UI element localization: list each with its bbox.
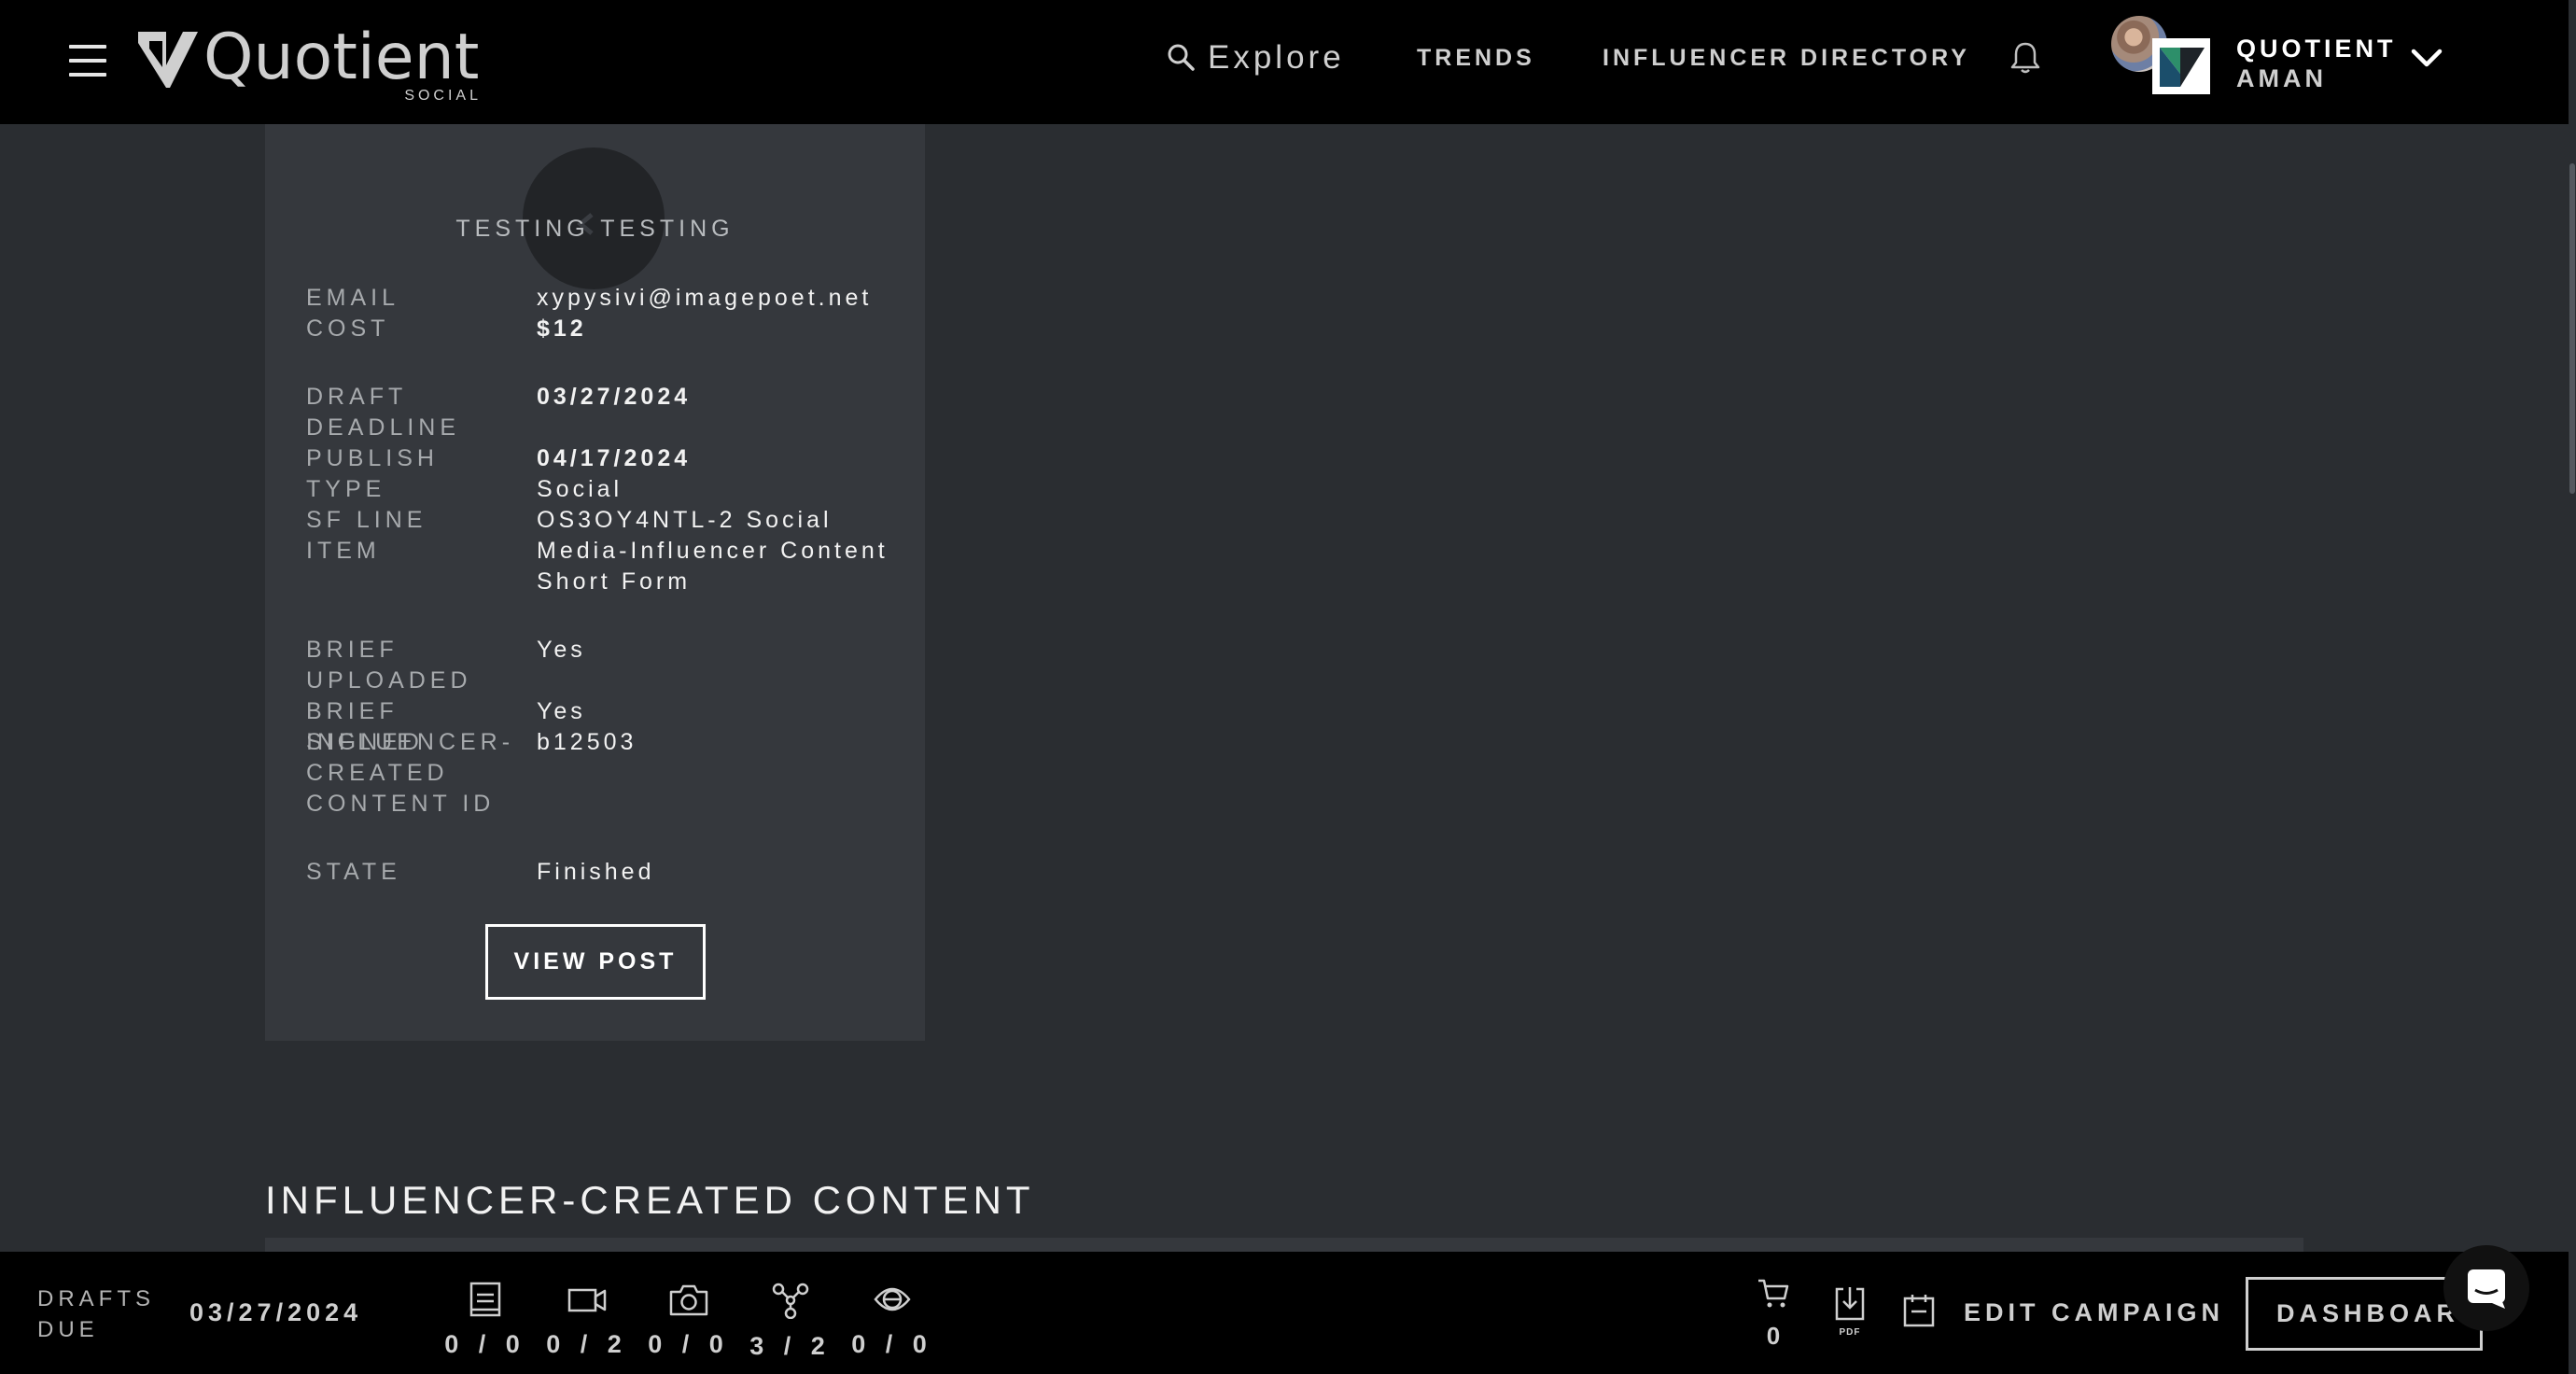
camera-icon <box>669 1284 708 1316</box>
field-value-state: Finished <box>537 859 655 885</box>
stat-photo[interactable]: 0 / 0 <box>637 1282 740 1359</box>
field-label-cost: COST <box>306 315 390 342</box>
field-label-content-id: INFLUENCER-CREATED CONTENT ID <box>306 729 515 817</box>
pdf-label: PDF <box>1839 1327 1861 1338</box>
target-icon <box>874 1287 911 1311</box>
account-user: AMAN <box>2236 64 2327 92</box>
field-value-brief-signed: Yes <box>537 698 586 724</box>
stat-photo-value: 0 / 0 <box>648 1330 730 1358</box>
menu-icon[interactable] <box>69 45 106 78</box>
nav-influencer-directory[interactable]: INFLUENCER DIRECTORY <box>1603 45 1970 72</box>
explore-link[interactable]: Explore <box>1167 34 1341 80</box>
field-label-sf-line-item: SF LINE ITEM <box>306 507 427 564</box>
stat-target-value: 0 / 0 <box>851 1330 933 1358</box>
account-avatar[interactable] <box>2111 16 2212 94</box>
search-icon <box>1168 44 1195 71</box>
field-value-cost: $12 <box>537 315 587 342</box>
drafts-due-date: 03/27/2024 <box>189 1298 363 1326</box>
download-icon <box>1835 1287 1865 1321</box>
stat-social[interactable]: 3 / 2 <box>739 1282 842 1361</box>
stat-blog[interactable]: 0 / 0 <box>434 1282 537 1359</box>
field-value-email[interactable]: xypysivi@imagepoet.net <box>537 283 910 314</box>
explore-label: Explore <box>1208 38 1345 76</box>
stat-video-value: 0 / 2 <box>546 1330 628 1358</box>
field-value-type: Social <box>537 476 623 502</box>
top-navigation-bar: Quotient SOCIAL Explore TRENDS INFLUENCE… <box>0 0 2569 124</box>
cart-button[interactable]: 0 <box>1755 1278 1792 1351</box>
drafts-due-label: DRAFTS DUE <box>37 1286 155 1342</box>
field-value-publish: 04/17/2024 <box>537 445 692 471</box>
influencer-card: TESTING TESTING EMAIL xypysivi@imagepoet… <box>265 124 925 1041</box>
field-label-email: EMAIL <box>306 285 400 311</box>
stat-social-value: 3 / 2 <box>749 1332 832 1360</box>
field-label-brief-uploaded: BRIEF UPLOADED <box>306 637 472 694</box>
field-label-publish: PUBLISH <box>306 445 439 471</box>
quotient-logo-mark <box>138 32 198 88</box>
field-label-draft-deadline: DRAFT DEADLINE <box>306 384 461 441</box>
brand-avatar <box>2152 38 2210 94</box>
field-value-draft-deadline: 03/27/2024 <box>537 384 692 410</box>
view-post-button[interactable]: VIEW POST <box>485 924 706 1000</box>
download-pdf-button[interactable]: PDF <box>1831 1285 1869 1338</box>
bell-icon[interactable] <box>2010 41 2040 75</box>
field-value-brief-uploaded: Yes <box>537 637 586 663</box>
field-label-state: STATE <box>306 859 401 885</box>
blog-icon <box>469 1282 501 1317</box>
video-icon <box>567 1288 607 1312</box>
stat-target[interactable]: 0 / 0 <box>841 1282 944 1359</box>
stat-blog-value: 0 / 0 <box>444 1330 526 1358</box>
chat-launcher[interactable] <box>2443 1245 2529 1331</box>
stat-video[interactable]: 0 / 2 <box>536 1282 638 1359</box>
account-name: QUOTIENT <box>2236 35 2397 63</box>
field-label-type: TYPE <box>306 476 386 502</box>
logo-subtitle: SOCIAL <box>404 88 482 104</box>
social-network-icon <box>772 1283 809 1319</box>
field-value-sf-line-item: OS3OY4NTL-2 Social Media-Influencer Cont… <box>537 507 889 595</box>
section-title: INFLUENCER-CREATED CONTENT <box>265 1178 1035 1222</box>
field-value-content-id: b12503 <box>537 729 637 755</box>
cart-icon <box>1758 1279 1789 1308</box>
campaign-footer-bar: DRAFTS DUE 03/27/2024 0 / 0 0 / 2 0 / 0 <box>0 1252 2569 1374</box>
edit-campaign-link[interactable]: EDIT CAMPAIGN <box>1964 1298 2224 1327</box>
logo-wordmark: Quotient <box>203 21 480 94</box>
chat-icon <box>2468 1269 2505 1309</box>
nav-trends[interactable]: TRENDS <box>1417 45 1535 72</box>
quotient-logo[interactable]: Quotient SOCIAL <box>136 21 482 106</box>
influencer-name: TESTING TESTING <box>455 216 735 242</box>
edit-campaign-icon[interactable] <box>1902 1293 1936 1328</box>
scrollbar-thumb[interactable] <box>2569 163 2575 494</box>
chevron-down-icon[interactable] <box>2410 47 2443 69</box>
page-scrollbar[interactable] <box>2569 0 2576 1374</box>
cart-count: 0 <box>1766 1322 1781 1350</box>
